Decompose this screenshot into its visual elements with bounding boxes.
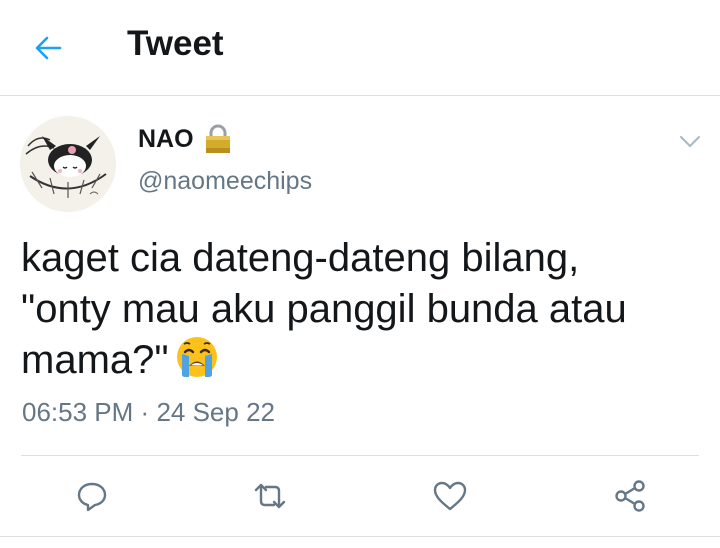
arrow-left-icon <box>35 36 62 60</box>
retweet-button[interactable] <box>250 478 290 514</box>
share-button[interactable] <box>610 478 650 514</box>
divider <box>0 536 720 537</box>
avatar-image <box>20 116 116 212</box>
meta-separator: · <box>140 397 150 427</box>
like-button[interactable] <box>430 478 470 514</box>
tweet-time[interactable]: 06:53 PM <box>22 397 133 427</box>
tweet-actions <box>0 458 720 533</box>
tweet-text: kaget cia dateng-dateng bilang, "onty ma… <box>21 233 701 392</box>
share-icon <box>615 480 645 512</box>
divider <box>21 455 699 456</box>
author-row: NAO <box>138 124 232 154</box>
tweet-text-line: mama?" <box>21 335 701 392</box>
reply-button[interactable] <box>72 478 112 514</box>
lock-icon <box>204 124 232 154</box>
page-title: Tweet <box>127 24 224 63</box>
retweet-icon <box>254 483 286 509</box>
author-handle[interactable]: @naomeechips <box>138 167 312 196</box>
back-button[interactable] <box>28 28 68 68</box>
chevron-down-icon <box>680 136 700 147</box>
reply-icon <box>77 482 107 512</box>
tweet-date[interactable]: 24 Sep 22 <box>156 397 275 427</box>
top-app-bar: Tweet <box>0 0 720 96</box>
crying-face-emoji <box>175 335 219 392</box>
heart-icon <box>433 481 467 511</box>
tweet-timestamp: 06:53 PM · 24 Sep 22 <box>22 397 275 428</box>
tweet-text-line: "onty mau aku panggil bunda atau <box>21 287 627 331</box>
tweet-text-line: kaget cia dateng-dateng bilang, <box>21 236 580 280</box>
avatar[interactable] <box>20 116 116 212</box>
more-options-button[interactable] <box>676 130 704 154</box>
author-name[interactable]: NAO <box>138 125 194 154</box>
tweet-text-segment: mama?" <box>21 338 169 382</box>
